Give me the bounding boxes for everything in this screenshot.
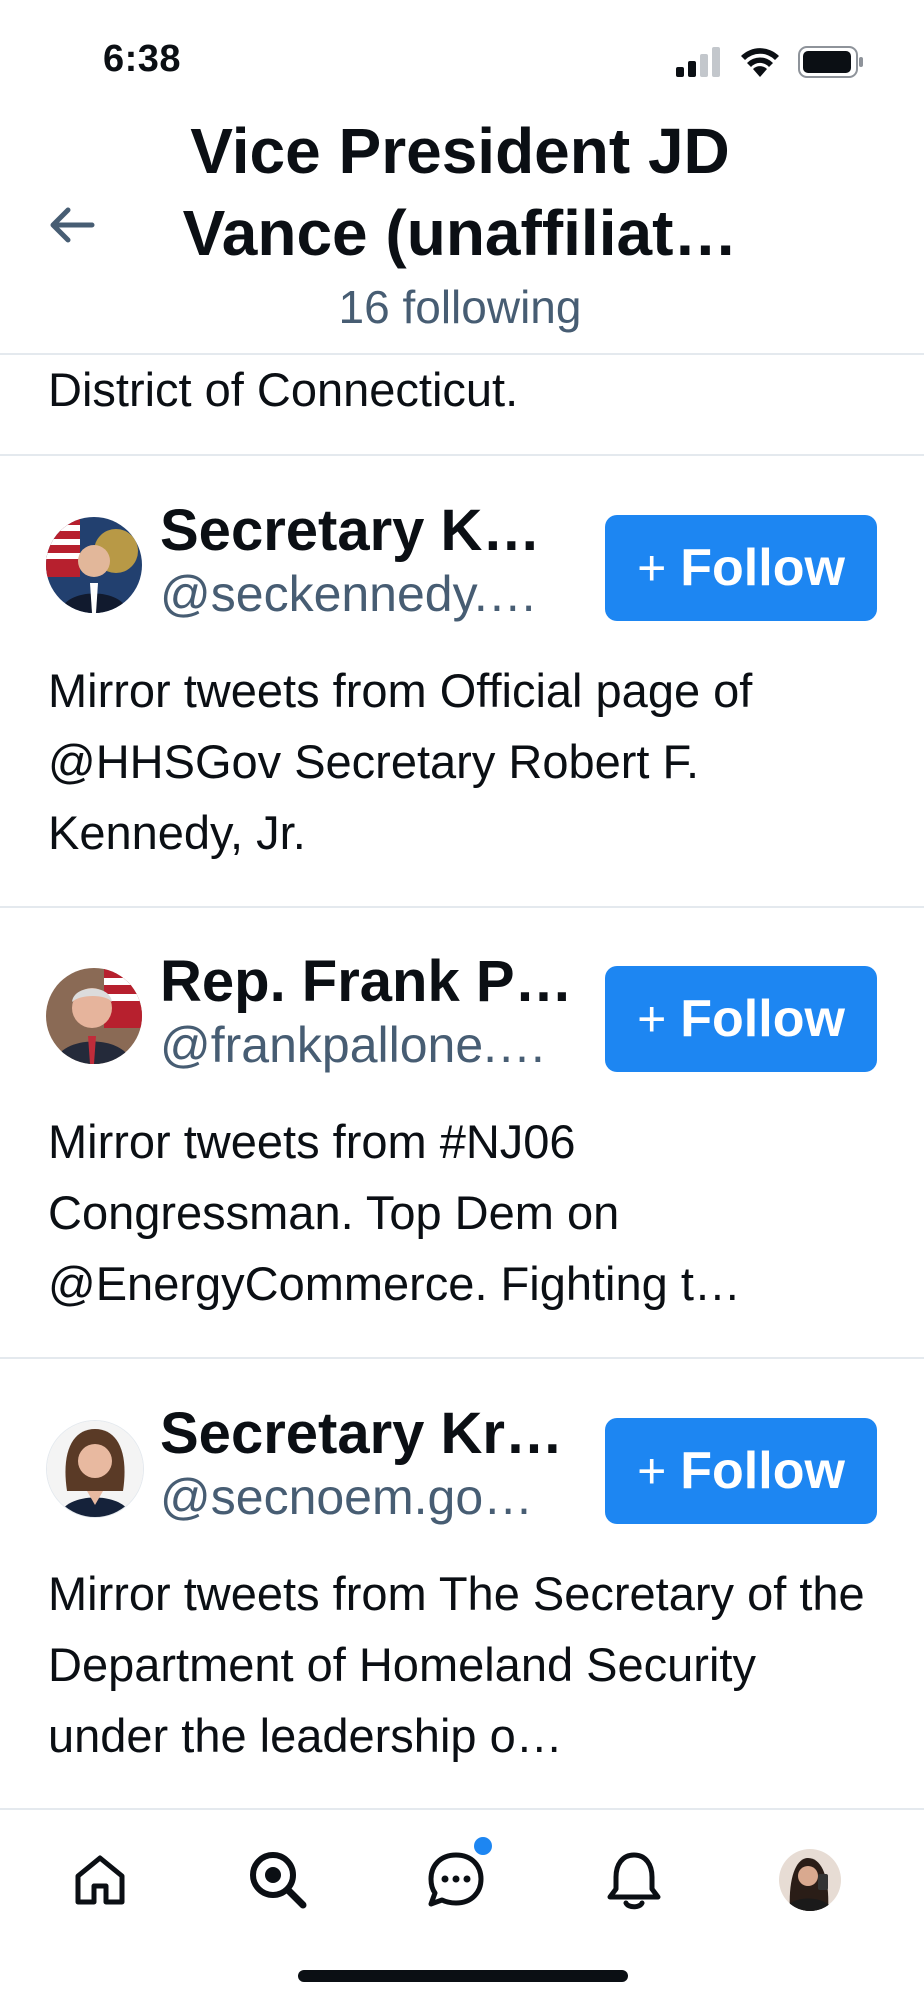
tab-chat[interactable] xyxy=(416,1837,496,1920)
plus-icon: + xyxy=(637,540,667,596)
back-button[interactable] xyxy=(46,200,98,250)
tab-search[interactable] xyxy=(238,1840,318,1920)
tab-home[interactable] xyxy=(60,1840,140,1920)
account-name[interactable]: Secretary K… xyxy=(160,497,580,564)
arrow-left-icon xyxy=(50,207,95,243)
chat-icon xyxy=(428,1852,484,1907)
wifi-icon xyxy=(741,48,779,77)
plus-icon: + xyxy=(637,991,667,1047)
follow-button[interactable]: + Follow xyxy=(605,966,877,1072)
follow-button-label: Follow xyxy=(680,990,845,1048)
cellular-signal-icon xyxy=(676,47,720,77)
status-icons xyxy=(676,44,864,80)
bell-icon xyxy=(607,1852,661,1910)
divider xyxy=(0,353,924,355)
list-item[interactable]: Secretary Kr… @secnoem.go… + Follow Mirr… xyxy=(0,1358,924,1808)
account-handle: @secnoem.go… xyxy=(160,1469,534,1525)
plus-icon: + xyxy=(637,1443,667,1499)
follow-button[interactable]: + Follow xyxy=(605,515,877,621)
list-item[interactable]: Secretary K… @seckennedy.… + Follow Mirr… xyxy=(0,455,924,905)
account-description: Mirror tweets from #NJ06 Congressman. To… xyxy=(48,1115,741,1310)
search-icon xyxy=(250,1852,307,1909)
follow-button-label: Follow xyxy=(680,1442,845,1500)
home-icon xyxy=(75,1855,125,1905)
tab-notifications[interactable] xyxy=(594,1840,674,1920)
battery-icon xyxy=(798,46,863,78)
account-handle: @frankpallone.… xyxy=(160,1017,548,1073)
follow-button-label: Follow xyxy=(680,539,845,597)
account-description: Mirror tweets from The Secretary of the … xyxy=(48,1567,865,1762)
avatar[interactable] xyxy=(46,1420,144,1518)
list-item[interactable]: Rep. Frank P… @frankpallone.… + Follow M… xyxy=(0,906,924,1356)
follow-button[interactable]: + Follow xyxy=(605,1418,877,1524)
following-count: 16 following xyxy=(338,281,582,333)
tab-profile[interactable] xyxy=(770,1840,850,1920)
page-header: Vice President JD Vance (unaffiliat… 16 … xyxy=(0,110,924,355)
home-indicator xyxy=(298,1970,628,1982)
account-name[interactable]: Secretary Kr… xyxy=(160,1400,580,1467)
status-bar: 6:38 xyxy=(0,0,924,120)
page-title: Vice President JD Vance (unaffiliat… xyxy=(182,115,738,269)
unread-dot xyxy=(474,1837,492,1855)
account-description: Mirror tweets from Official page of @HHS… xyxy=(48,664,753,859)
account-name[interactable]: Rep. Frank P… xyxy=(160,948,580,1015)
avatar[interactable] xyxy=(46,968,142,1064)
avatar[interactable] xyxy=(46,517,142,613)
account-handle: @seckennedy.… xyxy=(160,566,538,622)
previous-item-description-tail: District of Connecticut. xyxy=(48,363,519,416)
status-time: 6:38 xyxy=(103,38,182,80)
profile-avatar xyxy=(779,1849,841,1911)
